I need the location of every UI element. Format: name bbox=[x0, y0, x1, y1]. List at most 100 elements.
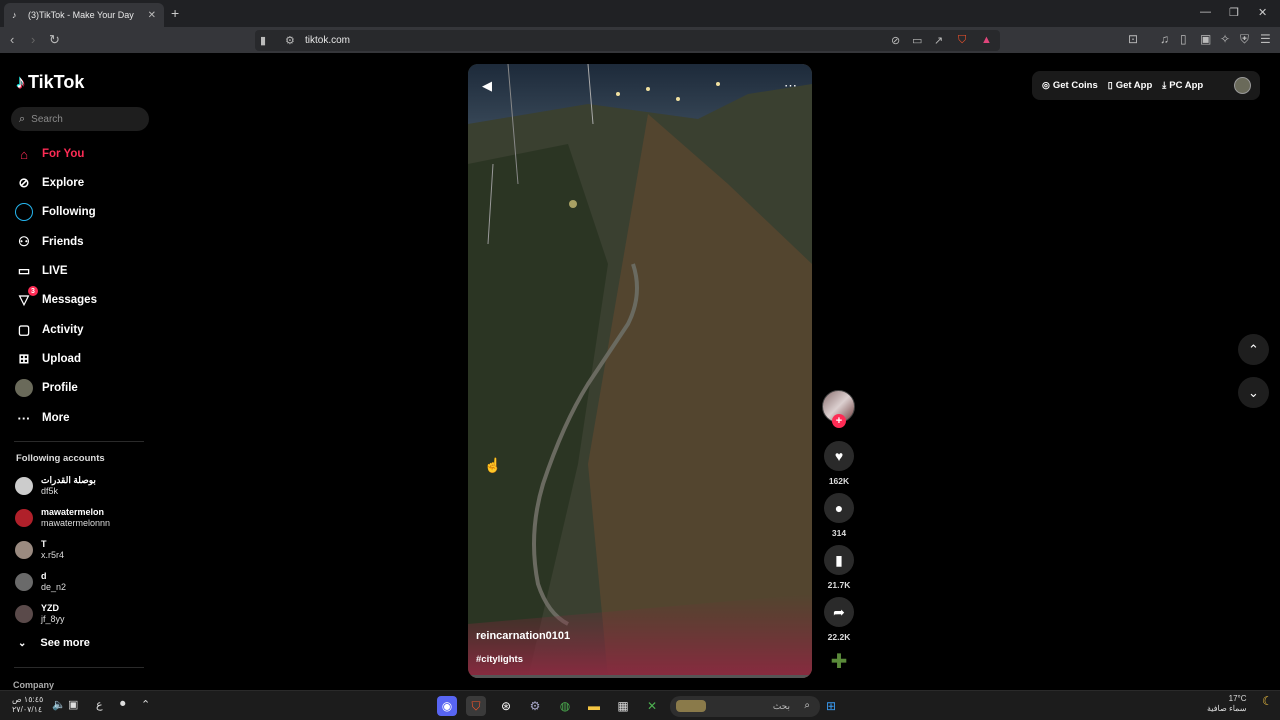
save-button[interactable]: ▮ bbox=[824, 545, 854, 575]
like-count: 162K bbox=[828, 476, 850, 486]
language-icon[interactable]: ع bbox=[96, 698, 103, 711]
back-icon[interactable]: ‹ bbox=[10, 32, 14, 47]
following-account[interactable]: بوصلة القدرات df5k bbox=[15, 475, 96, 497]
live-icon: ▭ bbox=[17, 263, 31, 278]
vpn-app-icon[interactable]: ⊛ bbox=[496, 696, 516, 716]
volume-muted-icon[interactable]: ◀ bbox=[482, 78, 492, 94]
pc-app-button[interactable]: ⤓ PC App bbox=[1162, 80, 1203, 91]
bookmark-icon: ▮ bbox=[835, 551, 843, 568]
nav-messages[interactable]: ▽ 3 Messages bbox=[14, 286, 97, 310]
menu-icon[interactable]: ☰ bbox=[1260, 32, 1271, 46]
browser-tab[interactable]: ♪ (3)TikTok - Make Your Day ✕ bbox=[4, 3, 164, 27]
search-input[interactable] bbox=[31, 113, 132, 125]
share-button[interactable]: ➦ bbox=[824, 597, 854, 627]
nav-profile[interactable]: Profile bbox=[14, 378, 78, 398]
close-window-icon[interactable]: ✕ bbox=[1258, 6, 1267, 19]
see-more-button[interactable]: ⌄ See more bbox=[18, 637, 90, 649]
profile-avatar[interactable] bbox=[1234, 77, 1251, 94]
nav-activity[interactable]: ▢ Activity bbox=[14, 320, 84, 340]
close-tab-icon[interactable]: ✕ bbox=[148, 10, 156, 21]
get-app-button[interactable]: ▯ Get App bbox=[1108, 80, 1153, 91]
video-username[interactable]: reincarnation0101 bbox=[476, 630, 570, 642]
address-bar[interactable]: ▮ ⚙ tiktok.com ⊘ ▭ ↗ ⛉ ▲ bbox=[255, 30, 1000, 51]
video-frame bbox=[468, 64, 812, 678]
video-progress-bar[interactable] bbox=[468, 675, 812, 678]
minimize-icon[interactable]: — bbox=[1200, 6, 1211, 18]
phone-icon: ▯ bbox=[1107, 80, 1113, 90]
nav-following[interactable]: Following bbox=[14, 202, 96, 222]
vpn-icon[interactable]: ⛨ bbox=[1240, 32, 1249, 47]
nav-friends[interactable]: ⚇ Friends bbox=[14, 232, 83, 252]
following-account[interactable]: YZD jf_8yy bbox=[15, 603, 65, 625]
sidebar-icon[interactable]: ▯ bbox=[1180, 32, 1187, 46]
chevron-down-icon: ⌄ bbox=[18, 637, 27, 649]
steam-icon[interactable]: ⚙ bbox=[525, 696, 545, 716]
brave-shield-icon[interactable]: ⛉ bbox=[958, 34, 966, 47]
brave-icon[interactable]: ⛉ bbox=[466, 696, 486, 716]
video-hashtag[interactable]: #citylights bbox=[476, 654, 523, 665]
screenshot-icon[interactable]: ⊡ bbox=[1128, 32, 1138, 46]
file-explorer-icon[interactable]: ▬ bbox=[584, 696, 604, 716]
video-player[interactable]: ◀ ⋯ reincarnation0101 #citylights bbox=[468, 64, 812, 678]
chevron-up-icon: ⌃ bbox=[1248, 341, 1259, 357]
maximize-icon[interactable]: ❐ bbox=[1229, 6, 1239, 19]
media-icon[interactable]: ♫ bbox=[1160, 32, 1169, 46]
see-more-label: See more bbox=[40, 637, 90, 649]
nav-more[interactable]: ··· More bbox=[14, 408, 70, 428]
following-account[interactable]: Tx.r5r4 bbox=[15, 539, 64, 561]
comment-button[interactable]: ● bbox=[824, 493, 854, 523]
bookmark-icon[interactable]: ▮ bbox=[260, 34, 266, 47]
comment-count: 314 bbox=[831, 528, 847, 538]
cast-icon[interactable]: ▭ bbox=[912, 34, 922, 47]
account-name: T bbox=[41, 539, 47, 549]
hand-cursor-icon: ☝ bbox=[484, 457, 502, 473]
microphone-icon[interactable]: ⏺ bbox=[120, 698, 126, 711]
tray-chevron-icon[interactable]: ⌃ bbox=[141, 698, 150, 711]
nav-label: Messages bbox=[42, 294, 97, 306]
tiktok-logo[interactable]: ♪ TikTok bbox=[16, 72, 84, 93]
account-name: بوصلة القدرات bbox=[41, 475, 96, 485]
nav-explore[interactable]: ⊘ Explore bbox=[14, 173, 85, 193]
music-disc-icon[interactable]: ✚ bbox=[826, 649, 852, 675]
no-cast-icon[interactable]: ⊘ bbox=[891, 34, 900, 47]
weather-widget[interactable]: 17°C سماء صافية bbox=[1207, 694, 1247, 714]
following-account[interactable]: d de_n2 bbox=[15, 571, 66, 593]
nav-for-you[interactable]: ⌂ For You bbox=[14, 144, 84, 164]
previous-video-button[interactable]: ⌃ bbox=[1238, 334, 1269, 365]
reload-icon[interactable]: ↻ bbox=[49, 32, 60, 48]
leo-ai-icon[interactable]: ✧ bbox=[1220, 32, 1230, 46]
store-icon[interactable]: ▦ bbox=[613, 696, 633, 716]
site-info-icon[interactable]: ⚙ bbox=[285, 34, 295, 47]
like-button[interactable]: ♥ bbox=[824, 441, 854, 471]
speaker-icon[interactable]: 🔈 bbox=[52, 698, 66, 711]
browser-tabbar: ♪ (3)TikTok - Make Your Day ✕ + — ❐ ✕ bbox=[0, 0, 1280, 27]
brave-rewards-icon[interactable]: ▲ bbox=[981, 34, 992, 46]
forward-icon[interactable]: › bbox=[31, 32, 35, 47]
network-icon[interactable]: ▣ bbox=[68, 698, 78, 711]
more-options-icon[interactable]: ⋯ bbox=[784, 78, 798, 94]
friends-icon: ⚇ bbox=[18, 234, 30, 249]
taskbar-search[interactable]: بحث ⌕ bbox=[670, 696, 820, 717]
clock-date: ٢٧/٠٧/١٤ bbox=[12, 705, 43, 714]
discord-icon[interactable]: ◉ bbox=[437, 696, 457, 716]
follow-plus-icon[interactable]: + bbox=[832, 414, 846, 428]
wallet-icon[interactable]: ▣ bbox=[1200, 32, 1211, 46]
xbox-icon[interactable]: ✕ bbox=[642, 696, 662, 716]
company-label[interactable]: Company bbox=[13, 680, 54, 690]
next-video-button[interactable]: ⌄ bbox=[1238, 377, 1269, 408]
account-handle: df5k bbox=[41, 486, 59, 496]
new-tab-button[interactable]: + bbox=[171, 5, 179, 21]
clock[interactable]: ١٥:٤٥ ص ٢٧/٠٧/١٤ bbox=[12, 695, 43, 715]
nav-live[interactable]: ▭ LIVE bbox=[14, 261, 68, 281]
pc-app-label: PC App bbox=[1169, 80, 1204, 91]
account-name: YZD bbox=[41, 603, 59, 613]
account-name: mawatermelon bbox=[41, 507, 105, 517]
following-account[interactable]: mawatermelon mawatermelonnn bbox=[15, 507, 110, 529]
account-name: d bbox=[41, 571, 47, 581]
nav-upload[interactable]: ⊞ Upload bbox=[14, 349, 81, 369]
chrome-icon[interactable]: ◍ bbox=[555, 696, 575, 716]
search-box[interactable]: ⌕ bbox=[11, 107, 149, 131]
get-coins-button[interactable]: ◎ Get Coins bbox=[1042, 80, 1098, 91]
share-icon[interactable]: ↗ bbox=[934, 34, 943, 47]
windows-start-icon[interactable]: ⊞ bbox=[821, 696, 841, 716]
